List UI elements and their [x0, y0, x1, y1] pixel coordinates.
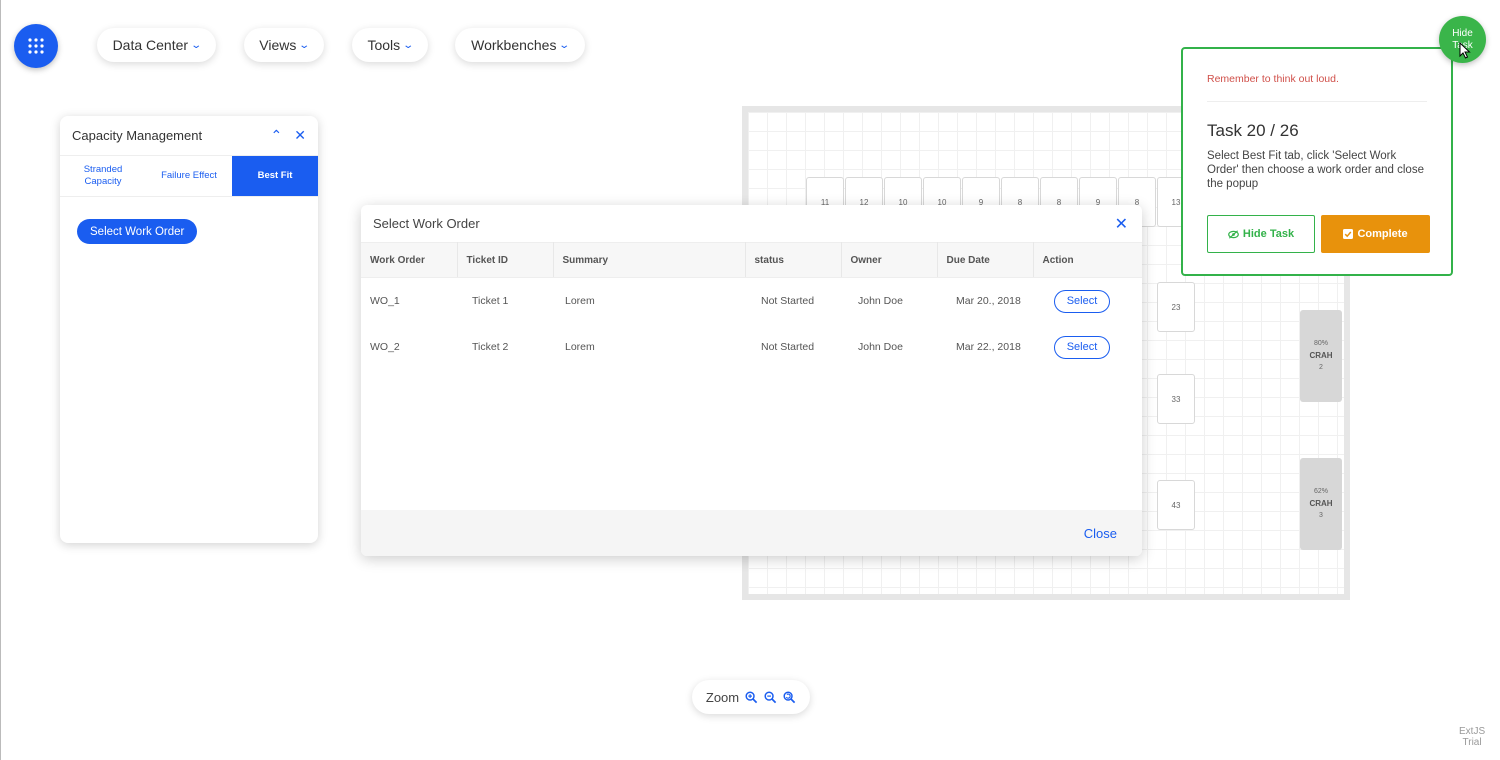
- crah-percent: 80%: [1313, 340, 1328, 347]
- cell-owner: John Doe: [858, 341, 903, 353]
- complete-label: Complete: [1357, 228, 1408, 240]
- nav-label: Views: [259, 37, 297, 53]
- task-title: Task 20 / 26: [1207, 121, 1299, 140]
- select-work-order-modal: Select Work Order ✕ Work Order Ticket ID…: [361, 205, 1142, 556]
- cell-due-date: Mar 20., 2018: [956, 295, 1021, 307]
- panel-title: Capacity Management: [72, 128, 203, 143]
- chevron-down-icon: ⌄: [190, 39, 203, 51]
- select-button[interactable]: Select: [1054, 335, 1110, 359]
- toggle-label-line: Hide: [1452, 27, 1473, 39]
- rack[interactable]: 43: [1157, 480, 1195, 530]
- complete-button[interactable]: Complete: [1321, 215, 1430, 253]
- chevron-down-icon: ⌄: [558, 39, 571, 51]
- capacity-management-panel: Capacity Management ⌃ ✕ Stranded Capacit…: [60, 116, 318, 543]
- modal-title: Select Work Order: [373, 216, 480, 231]
- crah-unit[interactable]: 80% CRAH 2: [1300, 310, 1342, 402]
- cell-action: Select: [1033, 324, 1142, 370]
- nav-label: Tools: [367, 37, 401, 53]
- column-header[interactable]: Summary: [553, 242, 746, 278]
- task-panel: Remember to think out loud. Task 20 / 26…: [1181, 47, 1453, 276]
- column-header[interactable]: Work Order: [361, 242, 458, 278]
- cursor-icon: [1459, 42, 1471, 59]
- close-button[interactable]: Close: [1084, 526, 1117, 541]
- divider: [1207, 101, 1427, 102]
- tab-failure-effect[interactable]: Failure Effect: [146, 156, 232, 196]
- select-button[interactable]: Select: [1054, 289, 1110, 313]
- hide-task-button[interactable]: Hide Task: [1207, 215, 1315, 253]
- tab-best-fit[interactable]: Best Fit: [232, 156, 318, 196]
- tab-stranded-capacity[interactable]: Stranded Capacity: [60, 156, 146, 196]
- column-header[interactable]: Due Date: [937, 242, 1034, 278]
- cell-status: Not Started: [761, 295, 815, 307]
- crah-number: 2: [1319, 364, 1323, 371]
- cell-work-order: WO_1: [370, 295, 400, 307]
- eye-slash-icon: [1228, 229, 1239, 239]
- apps-menu-button[interactable]: [14, 24, 58, 68]
- cell-owner: John Doe: [858, 295, 903, 307]
- cell-summary: Lorem: [565, 295, 595, 307]
- crah-number: 3: [1319, 512, 1323, 519]
- hide-task-label: Hide Task: [1242, 228, 1295, 240]
- cell-ticket: Ticket 1: [472, 295, 509, 307]
- nav-tools[interactable]: Tools ⌄: [352, 28, 428, 62]
- crah-label: CRAH: [1309, 351, 1333, 360]
- zoom-control: Zoom: [692, 680, 810, 714]
- watermark-line: ExtJS: [1459, 726, 1486, 737]
- nav-views[interactable]: Views ⌄: [244, 28, 324, 62]
- select-work-order-button[interactable]: Select Work Order: [77, 219, 198, 244]
- modal-footer: Close: [361, 510, 1142, 556]
- nav-label: Workbenches: [471, 37, 557, 53]
- tab-label: Failure Effect: [161, 170, 217, 181]
- column-header[interactable]: Owner: [841, 242, 938, 278]
- tab-label: Stranded Capacity: [83, 164, 123, 187]
- cell-status: Not Started: [761, 341, 815, 353]
- rack[interactable]: 23: [1157, 282, 1195, 332]
- capacity-tabs: Stranded Capacity Failure Effect Best Fi…: [60, 156, 318, 197]
- crah-unit[interactable]: 62% CRAH 3: [1300, 458, 1342, 550]
- cell-due-date: Mar 22., 2018: [956, 341, 1021, 353]
- zoom-reset-icon[interactable]: [783, 690, 796, 704]
- column-header[interactable]: Ticket ID: [457, 242, 554, 278]
- chevron-up-icon[interactable]: ⌃: [271, 127, 283, 144]
- chevron-down-icon: ⌄: [402, 39, 415, 51]
- check-square-icon: [1343, 229, 1354, 239]
- nav-label: Data Center: [112, 37, 189, 53]
- watermark-line: Trial: [1462, 737, 1482, 748]
- column-header[interactable]: Action: [1033, 242, 1142, 278]
- zoom-in-icon[interactable]: [745, 690, 758, 704]
- table-row[interactable]: WO_2 Ticket 2 Lorem Not Started John Doe…: [361, 324, 1142, 370]
- column-header[interactable]: status: [745, 242, 842, 278]
- task-description: Select Best Fit tab, click 'Select Work …: [1207, 150, 1424, 190]
- task-reminder: Remember to think out loud.: [1207, 73, 1339, 85]
- cell-ticket: Ticket 2: [472, 341, 509, 353]
- chevron-down-icon: ⌄: [298, 39, 311, 51]
- cell-work-order: WO_2: [370, 341, 400, 353]
- tab-label: Best Fit: [257, 170, 293, 181]
- zoom-out-icon[interactable]: [764, 690, 777, 704]
- work-order-table: Work Order Ticket ID Summary status Owne…: [361, 242, 1142, 370]
- grid-icon: [28, 38, 44, 54]
- panel-header: Capacity Management ⌃ ✕: [60, 116, 318, 156]
- table-row[interactable]: WO_1 Ticket 1 Lorem Not Started John Doe…: [361, 278, 1142, 325]
- crah-percent: 62%: [1313, 488, 1328, 495]
- rack[interactable]: 33: [1157, 374, 1195, 424]
- nav-data-center[interactable]: Data Center ⌄: [97, 28, 216, 62]
- nav-workbenches[interactable]: Workbenches ⌄: [455, 28, 585, 62]
- table-header-row: Work Order Ticket ID Summary status Owne…: [361, 242, 1142, 278]
- cell-summary: Lorem: [565, 341, 595, 353]
- zoom-label: Zoom: [705, 689, 740, 705]
- cell-action: Select: [1033, 278, 1142, 325]
- close-icon[interactable]: ✕: [294, 127, 306, 144]
- modal-header: Select Work Order ✕: [361, 205, 1142, 242]
- watermark: ExtJS Trial: [1459, 726, 1485, 748]
- close-icon[interactable]: ✕: [1115, 214, 1128, 234]
- crah-label: CRAH: [1309, 499, 1333, 508]
